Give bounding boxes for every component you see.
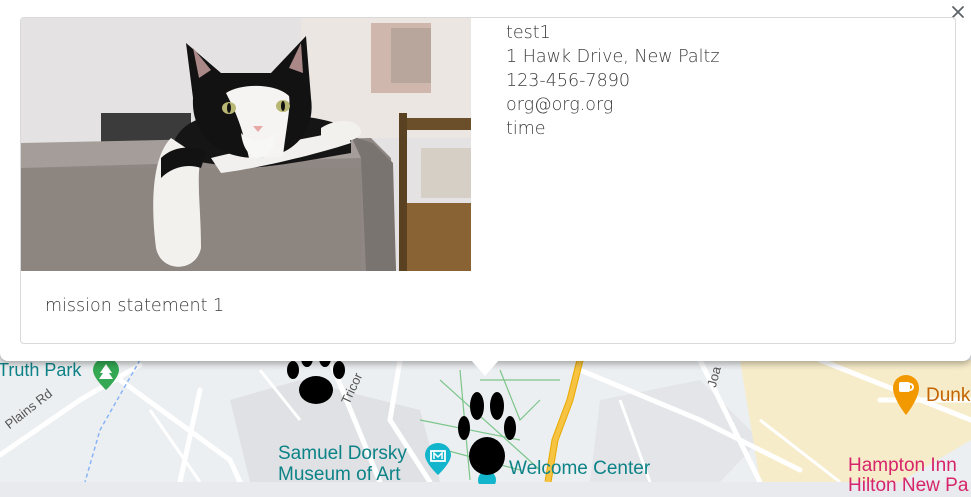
paw-icon[interactable]: [456, 390, 518, 483]
coffee-icon[interactable]: [891, 373, 921, 422]
info-window: test1 1 Hawk Drive, New Paltz 123-456-78…: [0, 0, 971, 361]
organization-name: test1: [506, 23, 551, 43]
welcome-center-label[interactable]: Welcome Center: [509, 458, 650, 480]
organization-details: test1 1 Hawk Drive, New Paltz 123-456-78…: [506, 21, 720, 141]
info-window-tail: [471, 360, 499, 376]
hampton-label-line1[interactable]: Hampton Inn: [848, 455, 957, 477]
cat-photo: [21, 18, 471, 271]
museum-label-line1[interactable]: Samuel Dorsky: [278, 443, 407, 465]
organization-phone: 123-456-7890: [506, 71, 630, 91]
dunkin-label[interactable]: Dunk: [926, 385, 970, 407]
organization-time: time: [506, 119, 546, 139]
hampton-label-line2[interactable]: Hilton New Pa: [848, 475, 968, 497]
park-tree-icon[interactable]: [91, 358, 121, 397]
organization-card: test1 1 Hawk Drive, New Paltz 123-456-78…: [20, 17, 956, 344]
mission-statement: mission statement 1: [45, 296, 225, 316]
organization-email: org@org.org: [506, 95, 614, 115]
truth-park-label[interactable]: Truth Park: [0, 360, 81, 381]
organization-address: 1 Hawk Drive, New Paltz: [506, 47, 720, 67]
museum-label-line2[interactable]: Museum of Art: [278, 464, 401, 486]
museum-icon[interactable]: [423, 443, 453, 482]
